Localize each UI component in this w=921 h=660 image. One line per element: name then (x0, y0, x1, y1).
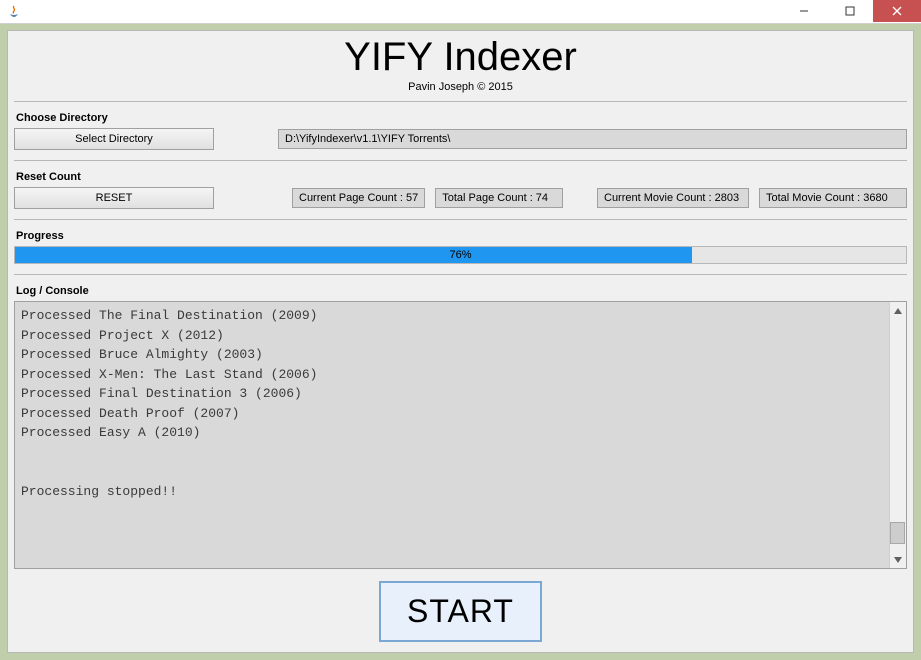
reset-count-label: Reset Count (16, 171, 907, 183)
minimize-button[interactable] (781, 0, 827, 22)
header: YIFY Indexer Pavin Joseph © 2015 (14, 35, 907, 95)
current-movie-count: Current Movie Count : 2803 (597, 188, 749, 208)
total-movie-count: Total Movie Count : 3680 (759, 188, 907, 208)
window-controls (781, 0, 921, 23)
divider (14, 274, 907, 275)
choose-directory-label: Choose Directory (16, 112, 907, 124)
progress-percent-label: 76% (15, 247, 906, 263)
console-output[interactable]: Processed The Final Destination (2009) P… (15, 302, 889, 568)
window: YIFY Indexer Pavin Joseph © 2015 Choose … (0, 0, 921, 660)
start-button[interactable]: START (379, 581, 542, 642)
reset-button[interactable]: RESET (14, 187, 214, 209)
directory-path-field[interactable]: D:\YifyIndexer\v1.1\YIFY Torrents\ (278, 129, 907, 149)
progress-bar: 76% (14, 246, 907, 264)
titlebar[interactable] (0, 0, 921, 24)
java-app-icon (6, 4, 22, 20)
scroll-thumb[interactable] (890, 522, 905, 544)
console-scrollbar[interactable] (889, 302, 906, 568)
app-title: YIFY Indexer (14, 35, 907, 79)
console-panel: Processed The Final Destination (2009) P… (14, 301, 907, 569)
maximize-button[interactable] (827, 0, 873, 22)
main-panel: YIFY Indexer Pavin Joseph © 2015 Choose … (7, 30, 914, 653)
author-label: Pavin Joseph © 2015 (14, 81, 907, 93)
scroll-down-icon[interactable] (890, 551, 907, 568)
close-button[interactable] (873, 0, 921, 22)
divider (14, 101, 907, 102)
progress-label: Progress (16, 230, 907, 242)
current-page-count: Current Page Count : 57 (292, 188, 425, 208)
console-label: Log / Console (16, 285, 907, 297)
total-page-count: Total Page Count : 74 (435, 188, 563, 208)
divider (14, 219, 907, 220)
divider (14, 160, 907, 161)
select-directory-button[interactable]: Select Directory (14, 128, 214, 150)
scroll-up-icon[interactable] (890, 302, 907, 319)
